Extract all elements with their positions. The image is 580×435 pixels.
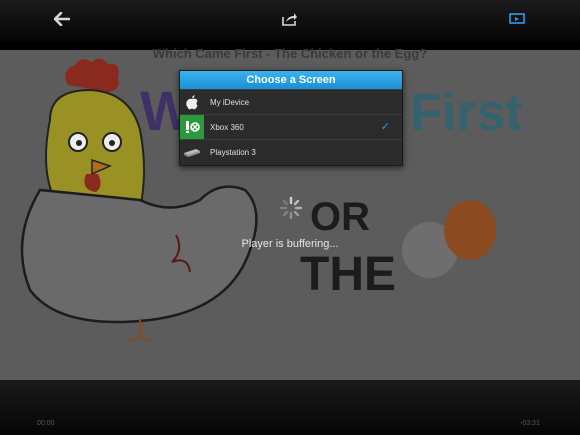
top-toolbar [0,0,580,42]
svg-text:First: First [410,84,523,142]
ps3-console-icon [180,140,204,164]
back-arrow-icon[interactable] [49,8,75,30]
time-elapsed: 00:00 [37,420,55,427]
playback-controls [0,380,580,435]
screen-option-my-idevice[interactable]: My iDevice [180,89,402,114]
apple-icon [180,90,204,114]
screen-option-xbox-360[interactable]: Xbox 360 ✓ [180,114,402,139]
checkmark-icon: ✓ [380,121,390,133]
choose-screen-dialog: Choose a Screen My iDevice Xbox 360 ✓ Pl… [179,70,403,166]
dialog-title: Choose a Screen [180,71,402,89]
screen-option-label: Playstation 3 [210,147,256,157]
loading-spinner-icon [279,196,303,220]
screen-option-label: My iDevice [210,97,250,107]
svg-text:THE: THE [300,248,396,301]
screen-option-label: Xbox 360 [210,122,244,132]
svg-text:OR: OR [310,195,370,239]
time-remaining: -03:31 [520,420,540,427]
share-icon[interactable] [277,8,303,30]
video-title: Which Came First - The Chicken or the Eg… [152,46,428,61]
xbox-icon [180,115,204,139]
buffering-status: Player is buffering... [241,238,339,250]
screen-option-playstation-3[interactable]: Playstation 3 [180,139,402,164]
airplay-screen-icon[interactable] [504,8,530,30]
